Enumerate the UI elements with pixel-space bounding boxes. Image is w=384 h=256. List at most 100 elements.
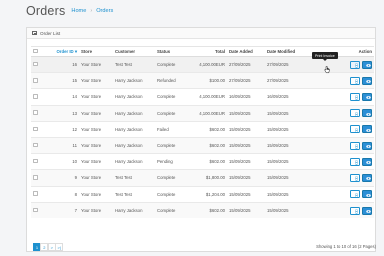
status-cell: Complete	[155, 169, 185, 186]
print-invoice-button[interactable]	[350, 157, 360, 166]
table-row[interactable]: 13 Your Store Harry Jackson Complete 4,100.0…	[31, 104, 374, 122]
print-invoice-tooltip: Print Invoice	[312, 52, 338, 61]
print-invoice-button[interactable]	[350, 92, 360, 101]
customer-cell: Harry Jackson	[113, 104, 155, 122]
customer-cell: Test Test	[113, 185, 155, 203]
print-invoice-button[interactable]	[350, 125, 360, 134]
list-icon	[32, 31, 37, 35]
table-row[interactable]: 9 Your Store Test Test Complete $1,800.00 15/…	[31, 169, 374, 186]
select-all-checkbox[interactable]	[33, 48, 38, 54]
store-cell: Your Store	[79, 55, 113, 73]
column-status[interactable]: Status	[155, 46, 185, 57]
status-cell: Complete	[155, 104, 185, 122]
date-added-cell: 15/09/2025	[227, 153, 265, 170]
order-id-cell: 8	[49, 185, 79, 203]
view-order-button[interactable]	[362, 190, 372, 199]
date-modified-cell: 27/09/2025	[265, 55, 319, 73]
table-row[interactable]: 8 Your Store Test Test Complete $1,204.00 15/…	[31, 185, 374, 203]
store-cell: Your Store	[79, 104, 113, 122]
print-invoice-button[interactable]	[350, 60, 360, 69]
print-invoice-button[interactable]	[350, 109, 360, 118]
row-checkbox[interactable]	[33, 142, 38, 148]
hand-cursor-icon	[324, 66, 330, 74]
order-id-cell: 15	[49, 72, 79, 89]
customer-cell: Test Test	[113, 55, 155, 73]
panel-title: Order List	[40, 30, 61, 36]
total-cell: $1,800.00	[185, 169, 227, 186]
store-cell: Your Store	[79, 88, 113, 106]
store-cell: Your Store	[79, 136, 113, 154]
row-checkbox[interactable]	[33, 94, 38, 99]
date-added-cell: 15/09/2025	[227, 185, 265, 203]
breadcrumb-home[interactable]: Home	[71, 8, 86, 14]
date-modified-cell: 27/09/2025	[265, 72, 319, 89]
row-checkbox[interactable]	[33, 61, 38, 67]
breadcrumb-orders[interactable]: Orders	[96, 8, 113, 14]
order-id-cell: 11	[49, 136, 79, 154]
select-cell	[31, 88, 49, 106]
view-order-button[interactable]	[362, 173, 372, 182]
row-checkbox[interactable]	[33, 207, 38, 213]
view-order-button[interactable]	[362, 141, 372, 150]
column-date-modified[interactable]: Date Modified	[265, 46, 319, 57]
column-store[interactable]: Store	[79, 46, 113, 57]
date-added-cell: 15/09/2025	[227, 120, 265, 138]
print-invoice-button[interactable]	[350, 76, 360, 85]
action-cell	[319, 136, 374, 154]
pagination-summary: Showing 1 to 10 of 16 (2 Pages)	[316, 244, 376, 249]
table-row[interactable]: 14 Your Store Harry Jackson Complete 4,100.0…	[31, 88, 374, 106]
view-order-button[interactable]	[362, 92, 372, 101]
store-cell: Your Store	[79, 185, 113, 203]
row-checkbox[interactable]	[33, 126, 38, 132]
action-cell	[319, 153, 374, 170]
view-order-button[interactable]	[362, 206, 372, 215]
print-invoice-button[interactable]	[350, 173, 360, 182]
column-date-added[interactable]: Date Added	[227, 46, 265, 57]
column-customer[interactable]: Customer	[113, 46, 155, 57]
view-order-button[interactable]	[362, 157, 372, 166]
customer-cell: Harry Jackson	[113, 153, 155, 170]
date-modified-cell: 15/09/2025	[265, 120, 319, 138]
customer-cell: Harry Jackson	[113, 136, 155, 154]
total-cell: $602.00	[185, 120, 227, 138]
row-checkbox[interactable]	[33, 78, 38, 83]
table-row[interactable]: 10 Your Store Harry Jackson Pending $602.00 1…	[31, 153, 374, 170]
table-row[interactable]: 11 Your Store Harry Jackson Complete $602.00…	[31, 136, 374, 154]
sort-arrow-icon: ▾	[73, 48, 77, 54]
table-row[interactable]: 7 Your Store Harry Jackson Complete $602.00 1…	[31, 201, 374, 219]
row-checkbox[interactable]	[33, 175, 38, 180]
print-invoice-button[interactable]	[350, 206, 360, 215]
row-checkbox[interactable]	[33, 110, 38, 115]
column-order-id[interactable]: Order ID ▾	[49, 46, 79, 57]
total-cell: $602.00	[185, 136, 227, 154]
table-row[interactable]: 12 Your Store Harry Jackson Failed $602.00 15…	[31, 120, 374, 138]
total-cell: 4,100.00EUR	[185, 88, 227, 106]
date-added-cell: 15/09/2025	[227, 169, 265, 186]
store-cell: Your Store	[79, 153, 113, 170]
view-order-button[interactable]	[362, 109, 372, 118]
total-cell: $602.00	[185, 201, 227, 219]
row-checkbox[interactable]	[33, 191, 38, 196]
last-page-link[interactable]: >|	[55, 243, 64, 251]
date-modified-cell: 15/09/2025	[265, 201, 319, 219]
status-cell: Complete	[155, 201, 185, 219]
order-id-cell: 13	[49, 104, 79, 122]
store-cell: Your Store	[79, 169, 113, 186]
view-order-button[interactable]	[362, 125, 372, 134]
select-cell	[31, 136, 49, 154]
store-cell: Your Store	[79, 72, 113, 89]
print-invoice-button[interactable]	[350, 190, 360, 199]
row-checkbox[interactable]	[33, 158, 38, 164]
view-order-button[interactable]	[362, 60, 372, 69]
store-cell: Your Store	[79, 120, 113, 138]
column-total[interactable]: Total	[185, 46, 227, 57]
status-cell: Complete	[155, 88, 185, 106]
table-row[interactable]: 15 Your Store Harry Jackson Refunded $100.00…	[31, 72, 374, 89]
print-invoice-button[interactable]	[350, 141, 360, 150]
select-all-cell	[31, 46, 49, 57]
breadcrumb-separator: ›	[90, 8, 93, 14]
view-order-button[interactable]	[362, 76, 372, 85]
pagination: 1 2 > >|	[33, 243, 64, 251]
action-cell	[319, 88, 374, 106]
action-cell	[319, 72, 374, 89]
